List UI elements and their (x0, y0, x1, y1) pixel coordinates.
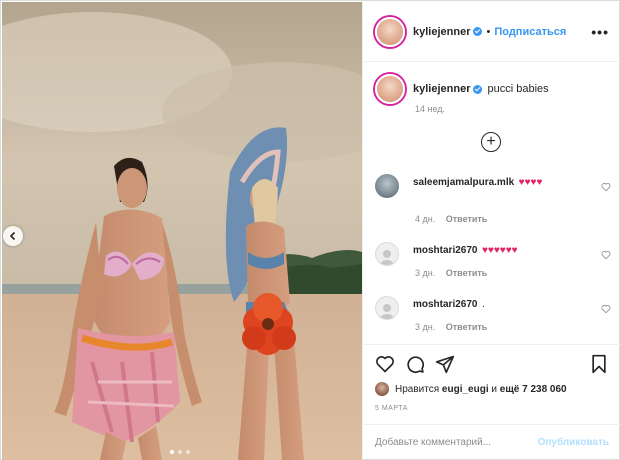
post-date[interactable]: 5 МАРТА (375, 405, 408, 412)
commenter-username[interactable]: moshtari2670 (413, 245, 477, 256)
post-modal: kyliejenner • Подписаться ••• kyliejenne… (0, 0, 620, 460)
chevron-left-icon (9, 231, 16, 241)
carousel-indicator (170, 450, 190, 454)
comment-item: moshtari2670 ♥♥♥♥♥♥ 3 дн. Ответить (375, 242, 611, 282)
post-photo[interactable] (2, 2, 362, 460)
follow-button[interactable]: Подписаться (494, 26, 566, 38)
author-username[interactable]: kyliejenner (413, 26, 470, 38)
comment-time[interactable]: 3 дн. (415, 268, 435, 278)
comment-text: ♥♥♥♥♥♥ (481, 245, 518, 256)
liker-username[interactable]: eugi_eugi (442, 384, 489, 395)
post-caption: kyliejenner pucci babies (375, 74, 611, 104)
add-comment-bar: Опубликовать (363, 424, 620, 460)
beach-photo-illustration (2, 2, 362, 460)
comment-meta: 4 дн. Ответить (415, 214, 487, 224)
more-options-icon[interactable]: ••• (591, 24, 609, 40)
commenter-username[interactable]: saleemjamalpura.mlk (413, 177, 514, 188)
comment-time[interactable]: 4 дн. (415, 214, 435, 224)
likes-summary: Нравится eugi_eugi и ещё 7 238 060 (375, 382, 567, 396)
verified-badge-icon (473, 84, 483, 94)
verified-badge-icon (473, 27, 483, 36)
post-sidebar: kyliejenner • Подписаться ••• kyliejenne… (362, 2, 620, 460)
carousel-dot (186, 450, 190, 454)
plus-icon: + (486, 132, 496, 150)
liker-avatar[interactable] (375, 382, 389, 396)
comment-time[interactable]: 3 дн. (415, 322, 435, 332)
bookmark-icon[interactable] (589, 354, 609, 374)
comment-text: ♥♥♥♥ (518, 177, 543, 188)
likes-conjunction: и (491, 383, 497, 395)
author-avatar[interactable] (375, 16, 405, 47)
comment-text: . (481, 299, 485, 310)
reply-button[interactable]: Ответить (446, 322, 488, 332)
post-header: kyliejenner • Подписаться ••• (363, 2, 620, 62)
comment-meta: 3 дн. Ответить (415, 322, 487, 332)
header-separator: • (486, 25, 491, 38)
comment-meta: 3 дн. Ответить (415, 268, 487, 278)
carousel-dot (170, 450, 174, 454)
heart-outline-icon[interactable] (601, 182, 611, 192)
commenter-username[interactable]: moshtari2670 (413, 299, 477, 310)
comment-item: moshtari2670 . 3 дн. Ответить (375, 296, 611, 336)
post-actions-bar (363, 344, 620, 384)
load-more-comments-button[interactable]: + (481, 132, 501, 152)
heart-outline-icon[interactable] (601, 250, 611, 260)
heart-outline-icon[interactable] (601, 304, 611, 314)
carousel-prev-button[interactable] (3, 226, 23, 246)
likes-prefix: Нравится (395, 383, 440, 395)
default-avatar-icon[interactable] (375, 296, 399, 320)
publish-button[interactable]: Опубликовать (538, 437, 609, 448)
reply-button[interactable]: Ответить (446, 214, 488, 224)
commenter-avatar[interactable] (375, 174, 399, 198)
heart-icon[interactable] (375, 354, 395, 374)
default-avatar-icon[interactable] (375, 242, 399, 266)
likes-count-link[interactable]: ещё 7 238 060 (500, 384, 567, 395)
caption-text: pucci babies (487, 83, 549, 95)
comment-icon[interactable] (405, 354, 425, 374)
carousel-dot (178, 450, 182, 454)
reply-button[interactable]: Ответить (446, 268, 488, 278)
comment-input[interactable] (375, 437, 535, 448)
caption-username[interactable]: kyliejenner (413, 83, 470, 95)
comment-item: saleemjamalpura.mlk ♥♥♥♥ 4 дн. Ответить (375, 174, 611, 224)
caption-avatar[interactable] (375, 74, 405, 104)
caption-time[interactable]: 14 нед. (415, 104, 445, 114)
share-icon[interactable] (435, 354, 455, 374)
